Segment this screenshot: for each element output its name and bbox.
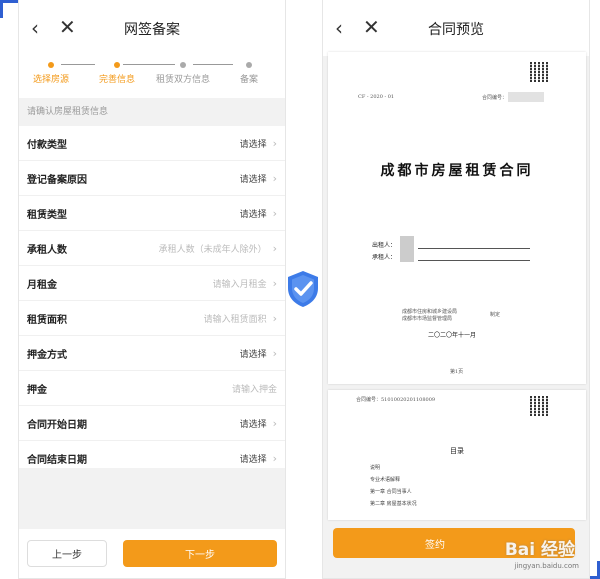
chevron-right-icon: ›	[272, 346, 277, 360]
chevron-right-icon: ›	[272, 136, 277, 150]
form-row[interactable]: 租赁面积 请输入租赁面积 ›	[19, 301, 285, 336]
field-value-text: 请输入月租金	[212, 279, 267, 290]
left-phone-screen: ‹ ✕ 网签备案 选择房源 完善信息 租赁双方信息 备案 请确认房屋租赁信息 付…	[18, 0, 286, 579]
chevron-right-icon: ›	[272, 416, 277, 430]
toc-item: 专业术语解释	[370, 477, 401, 483]
baidu-watermark-url: jingyan.baidu.com	[514, 562, 579, 570]
empty-area	[19, 468, 285, 530]
page-title: 合同预览	[428, 22, 484, 38]
field-value-text: 承租人数（未成年人除外）	[158, 244, 267, 255]
next-step-button[interactable]: 下一步	[123, 540, 277, 567]
redacted-number	[508, 92, 544, 102]
chevron-right-icon: ›	[272, 311, 277, 325]
field-value-text: 请选择	[239, 174, 267, 185]
form-row[interactable]: 押金方式 请选择 ›	[19, 336, 285, 371]
baidu-watermark: Bai 经验	[504, 540, 575, 560]
form-row[interactable]: 月租金 请输入月租金 ›	[19, 266, 285, 301]
field-value[interactable]: 请选择 ›	[240, 137, 277, 150]
field-value-text: 请选择	[239, 454, 267, 465]
chevron-right-icon: ›	[272, 451, 277, 465]
field-label: 承租人数	[27, 244, 67, 256]
field-value-text: 请选择	[239, 139, 267, 150]
field-label: 合同开始日期	[27, 419, 87, 431]
bottom-actions: 上一步 下一步	[19, 529, 285, 578]
top-bar: ‹ ✕ 合同预览	[323, 0, 589, 56]
form-row[interactable]: 合同开始日期 请选择 ›	[19, 406, 285, 441]
issuer-line-2: 成都市市场监督管理局	[402, 316, 453, 322]
field-label: 月租金	[27, 279, 57, 291]
step-select-house: 选择房源	[21, 56, 81, 85]
step-parties-info: 租赁双方信息	[153, 56, 213, 85]
toc-title: 目录	[450, 447, 464, 455]
contract-number-label: 合同编号：	[482, 95, 508, 101]
field-value[interactable]: 请选择 ›	[240, 207, 277, 220]
right-phone-screen: ‹ ✕ 合同预览 CF - 2020 - 01 合同编号： 成都市房屋租赁合同 …	[322, 0, 590, 579]
contract-code: CF - 2020 - 01	[358, 94, 395, 100]
field-value-text: 请选择	[239, 209, 267, 220]
field-value[interactable]: 请选择 ›	[240, 172, 277, 185]
page-title: 网签备案	[124, 22, 180, 38]
form-row[interactable]: 登记备案原因 请选择 ›	[19, 161, 285, 196]
shield-check-icon	[288, 271, 318, 307]
prev-step-button[interactable]: 上一步	[27, 540, 107, 567]
lessor-label: 出租人：	[372, 242, 397, 249]
issuer-suffix: 制定	[490, 312, 501, 318]
field-value-text: 请选择	[239, 419, 267, 430]
field-value-text: 请输入租赁面积	[203, 314, 267, 325]
contract-title: 成都市房屋租赁合同	[380, 163, 534, 179]
field-value-text: 请输入押金	[231, 384, 277, 395]
qr-code-icon	[530, 62, 550, 82]
field-label: 付款类型	[27, 139, 67, 151]
redacted-names	[400, 236, 414, 262]
chevron-right-icon: ›	[272, 171, 277, 185]
toc-item: 第二章 房屋基本状况	[370, 501, 417, 507]
step-filing: 备案	[219, 56, 279, 85]
chevron-right-icon: ›	[272, 206, 277, 220]
form-row[interactable]: 押金 请输入押金	[19, 371, 285, 406]
field-label: 登记备案原因	[27, 174, 87, 186]
toc-item: 说明	[370, 465, 381, 471]
field-value[interactable]: 请输入押金	[232, 382, 277, 395]
qr-code-icon	[530, 396, 550, 416]
field-label: 押金	[27, 384, 47, 396]
progress-steps: 选择房源 完善信息 租赁双方信息 备案	[19, 56, 285, 98]
field-value[interactable]: 请选择 ›	[240, 417, 277, 430]
field-value[interactable]: 请输入租赁面积 ›	[204, 312, 277, 325]
field-value-text: 请选择	[239, 349, 267, 360]
field-value[interactable]: 请输入月租金 ›	[213, 277, 277, 290]
field-value[interactable]: 请选择 ›	[240, 347, 277, 360]
field-label: 租赁面积	[27, 314, 67, 326]
chevron-right-icon: ›	[272, 276, 277, 290]
contract-number-header: 合同编号：51010020201108009	[356, 397, 436, 403]
field-value[interactable]: 承租人数（未成年人除外） ›	[159, 242, 277, 255]
contract-page-2[interactable]: 合同编号：51010020201108009 目录 说明 专业术语解释 第一章 …	[328, 390, 586, 520]
page-number: 第1页	[450, 369, 464, 375]
toc-item: 第一章 合同当事人	[370, 489, 412, 495]
contract-date: 二〇二〇年十一月	[428, 332, 477, 339]
form-row[interactable]: 承租人数 承租人数（未成年人除外） ›	[19, 231, 285, 266]
section-hint: 请确认房屋租赁信息	[19, 98, 285, 126]
issuer-line-1: 成都市住房和城乡建设局	[402, 309, 458, 315]
field-value[interactable]: 请选择 ›	[240, 452, 277, 465]
chevron-right-icon: ›	[272, 241, 277, 255]
step-complete-info: 完善信息	[87, 56, 147, 85]
form-row[interactable]: 租赁类型 请选择 ›	[19, 196, 285, 231]
field-label: 合同结束日期	[27, 454, 87, 466]
field-label: 租赁类型	[27, 209, 67, 221]
top-bar: ‹ ✕ 网签备案	[19, 0, 285, 56]
form-row[interactable]: 付款类型 请选择 ›	[19, 126, 285, 161]
lessee-label: 承租人：	[372, 254, 397, 261]
contract-page-1[interactable]: CF - 2020 - 01 合同编号： 成都市房屋租赁合同 出租人： 承租人：…	[328, 52, 586, 384]
sign-label: 签约	[425, 539, 445, 551]
field-label: 押金方式	[27, 349, 67, 361]
